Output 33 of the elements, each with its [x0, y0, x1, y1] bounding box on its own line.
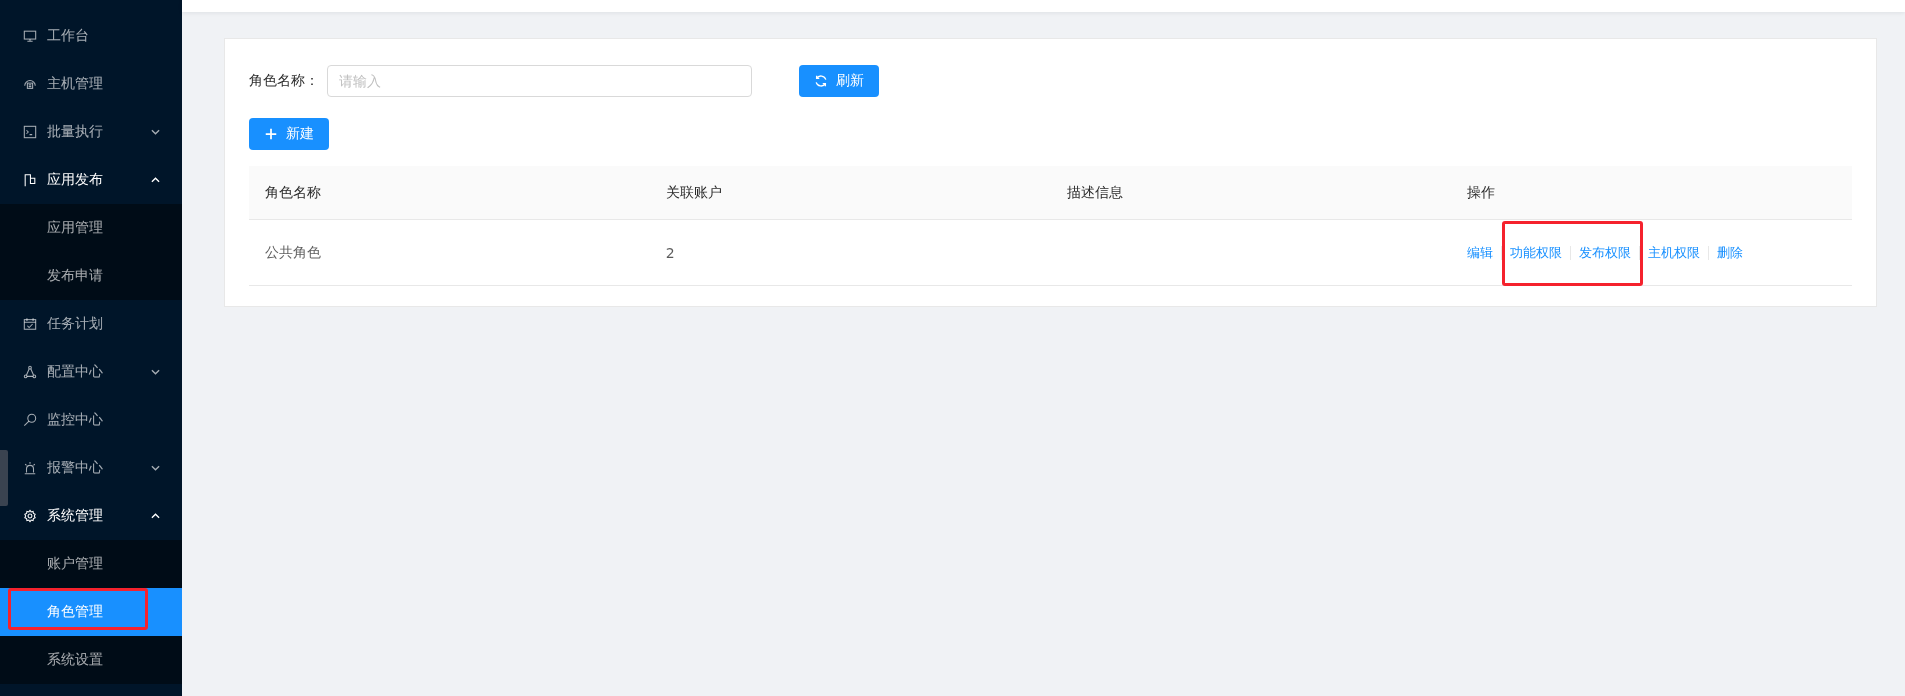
monitor-icon [23, 29, 37, 43]
alarm-icon [23, 461, 37, 475]
menu-item[interactable]: 任务计划 [8, 300, 182, 348]
table-cell: 2 [665, 244, 675, 261]
calendar-icon [23, 317, 37, 331]
plus-icon [264, 127, 278, 141]
column-header: 操作 [1467, 183, 1496, 200]
menu-item[interactable]: 监控中心 [8, 396, 182, 444]
settings-icon [23, 509, 37, 523]
menu-item[interactable]: 配置中心 [8, 348, 182, 396]
submenu-item[interactable]: 系统设置 [0, 636, 182, 684]
table-cell: 公共角色 [265, 243, 321, 260]
menu-item[interactable]: 应用发布 [8, 156, 182, 204]
refresh-icon [814, 74, 828, 88]
field-label: 角色名称： [249, 72, 320, 90]
submenu-item[interactable]: 发布申请 [0, 252, 182, 300]
host-icon [23, 77, 37, 91]
menu-item[interactable]: 批量执行 [8, 108, 182, 156]
nodes-icon [23, 365, 37, 379]
menu-item[interactable]: 报警中心 [8, 444, 182, 492]
terminal-icon [23, 125, 37, 139]
menu-item[interactable]: 系统管理 [8, 492, 182, 540]
submenu-item[interactable]: 账户管理 [0, 540, 182, 588]
column-header: 关联账户 [665, 183, 722, 200]
submenu-item[interactable]: 应用管理 [0, 204, 182, 252]
search-field[interactable]: 请输入 [327, 65, 752, 97]
column-header: 描述信息 [1066, 183, 1123, 200]
column-header: 角色名称 [265, 183, 321, 200]
flag-icon [23, 173, 37, 187]
menu-item[interactable]: 工作台 [8, 12, 182, 60]
side-handle[interactable] [0, 450, 8, 506]
monitor-search-icon [23, 413, 37, 427]
menu-item[interactable]: 主机管理 [8, 60, 182, 108]
